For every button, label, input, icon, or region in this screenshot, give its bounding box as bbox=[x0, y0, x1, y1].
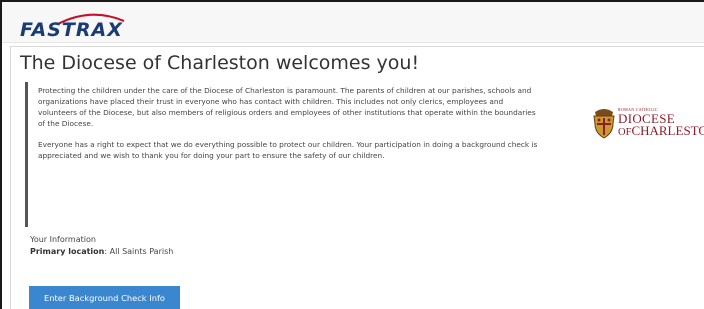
diocese-crest-icon bbox=[593, 109, 615, 139]
welcome-message: Protecting the children under the care o… bbox=[25, 82, 540, 227]
primary-location-value: : All Saints Parish bbox=[104, 247, 174, 256]
welcome-paragraph-1: Protecting the children under the care o… bbox=[38, 86, 536, 128]
welcome-paragraph-2: Everyone has a right to expect that we d… bbox=[38, 140, 538, 160]
primary-location: Primary location: All Saints Parish bbox=[30, 247, 173, 256]
enter-background-check-button[interactable]: Enter Background Check Info bbox=[29, 286, 180, 309]
fastrax-logo[interactable]: FASTRAX bbox=[20, 13, 150, 41]
diocese-logo-of: OF bbox=[618, 127, 632, 138]
app-header: FASTRAX bbox=[2, 2, 704, 43]
your-information-heading: Your Information bbox=[30, 235, 96, 244]
diocese-logo-line2: OFCHARLESTON bbox=[618, 123, 704, 139]
logo-text: FASTRAX bbox=[20, 19, 123, 41]
diocese-logo-charleston: CHARLESTON bbox=[631, 123, 704, 138]
diocese-logo: ROMAN CATHOLIC DIOCESE OFCHARLESTON bbox=[591, 106, 704, 142]
page-title: The Diocese of Charleston welcomes you! bbox=[20, 52, 420, 74]
primary-location-label: Primary location bbox=[30, 247, 105, 256]
